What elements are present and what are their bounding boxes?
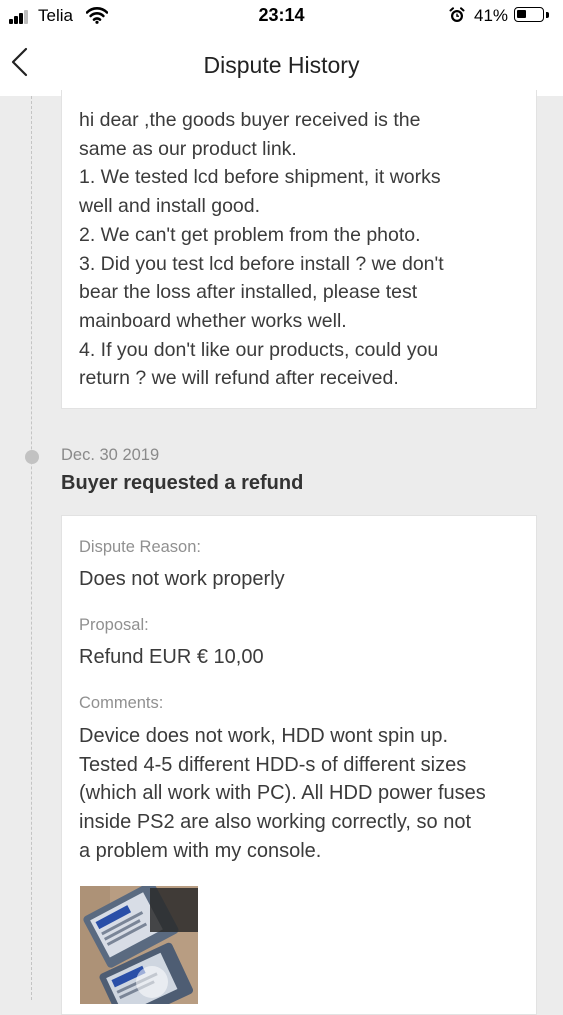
message-line: hi dear ,the goods buyer received is the xyxy=(79,109,421,131)
proposal-value: Refund EUR € 10,00 xyxy=(79,646,264,668)
dispute-reason-value: Does not work properly xyxy=(79,568,285,590)
alarm-icon xyxy=(449,7,465,22)
timeline-line xyxy=(31,96,32,1000)
event-date: Dec. 30 2019 xyxy=(61,446,160,464)
comments-label: Comments: xyxy=(79,694,164,712)
message-line: well and install good. xyxy=(79,195,261,218)
seller-response-card: hi dear ,the goods buyer received is the… xyxy=(61,90,537,409)
battery-percent: 41% xyxy=(474,6,509,25)
battery-tip xyxy=(546,12,549,18)
comment-line: Tested 4-5 different HDD-s of different … xyxy=(79,753,467,776)
navigation-bar: Dispute History xyxy=(0,32,563,96)
comment-line: a problem with my console. xyxy=(79,839,322,862)
message-line: 1. We tested lcd before shipment, it wor… xyxy=(79,166,441,189)
comment-line: (which all work with PC). All HDD power … xyxy=(79,782,486,805)
message-line: 2. We can't get problem from the photo. xyxy=(79,223,421,246)
message-line: 3. Did you test lcd before install ? we … xyxy=(79,252,444,275)
battery-level xyxy=(517,10,526,18)
attachment-photo[interactable] xyxy=(80,886,198,1004)
battery-icon xyxy=(514,7,544,22)
proposal-label: Proposal: xyxy=(79,616,149,634)
comments-text: Device does not work, HDD wont spin up. … xyxy=(79,722,529,866)
page-title: Dispute History xyxy=(203,52,360,78)
message-line: mainboard whether works well. xyxy=(79,309,347,332)
comment-line: inside PS2 are also working correctly, s… xyxy=(79,811,472,834)
timeline-dot xyxy=(25,450,39,464)
message-line: same as our product link. xyxy=(79,137,297,160)
comment-line: Device does not work, HDD wont spin up. xyxy=(79,725,449,747)
message-line: return ? we will refund after received. xyxy=(79,367,399,390)
hdd-photo-image xyxy=(80,886,198,1004)
seller-response-message: hi dear ,the goods buyer received is the… xyxy=(79,106,529,393)
message-line: bear the loss after installed, please te… xyxy=(79,281,418,304)
dispute-reason-label: Dispute Reason: xyxy=(79,538,201,556)
refund-request-card: Dispute Reason: Does not work properly P… xyxy=(61,515,537,1015)
status-bar: Telia 23:14 41% xyxy=(0,0,563,32)
message-line: 4. If you don't like our products, could… xyxy=(79,338,439,361)
event-title: Buyer requested a refund xyxy=(61,472,304,494)
